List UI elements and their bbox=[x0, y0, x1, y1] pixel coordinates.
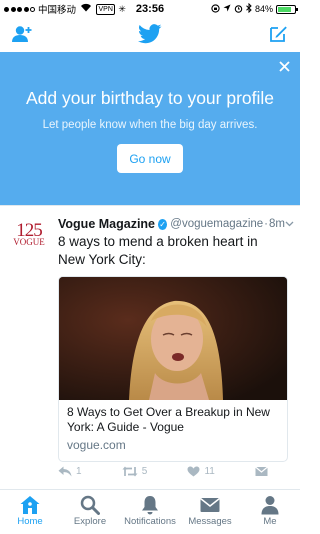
retweet-icon bbox=[122, 466, 138, 477]
tweet-menu-chevron-icon[interactable] bbox=[285, 219, 294, 229]
retweet-button[interactable]: 5 bbox=[122, 466, 148, 477]
like-count: 11 bbox=[204, 466, 215, 477]
close-icon bbox=[278, 60, 290, 72]
tab-notifications[interactable]: Notifications bbox=[120, 490, 180, 534]
tweet-header: Vogue Magazine ✓ @voguemagazine · 8m bbox=[58, 217, 294, 231]
verified-badge-icon: ✓ bbox=[158, 218, 168, 230]
bell-icon bbox=[142, 496, 158, 515]
birthday-prompt-banner: Add your birthday to your profile Let pe… bbox=[0, 52, 300, 205]
tab-messages[interactable]: Messages bbox=[180, 490, 240, 534]
link-card[interactable]: 8 Ways to Get Over a Breakup in New York… bbox=[58, 276, 288, 462]
tweet-timestamp: 8m bbox=[269, 218, 285, 230]
heart-icon bbox=[187, 466, 200, 477]
avatar[interactable]: 125 VOGUE bbox=[12, 221, 46, 255]
add-user-button[interactable] bbox=[10, 22, 34, 46]
battery-level-fill bbox=[278, 6, 292, 12]
status-bar: 中国移动 VPN ✳ 23:56 84% bbox=[0, 0, 300, 18]
close-banner-button[interactable] bbox=[276, 58, 292, 74]
card-title: 8 Ways to Get Over a Breakup in New York… bbox=[67, 405, 270, 434]
twitter-bird-logo bbox=[138, 22, 162, 46]
card-image bbox=[59, 277, 287, 400]
retweet-count: 5 bbox=[141, 466, 148, 477]
author-handle[interactable]: @voguemagazine bbox=[170, 218, 263, 230]
top-nav bbox=[0, 18, 300, 50]
battery-icon bbox=[276, 4, 298, 14]
reply-button[interactable]: 1 bbox=[58, 466, 82, 477]
reply-count: 1 bbox=[76, 466, 82, 477]
direct-message-button[interactable] bbox=[255, 466, 268, 477]
tab-notifications-label: Notifications bbox=[124, 516, 176, 527]
tab-me-label: Me bbox=[263, 516, 277, 527]
person-icon bbox=[261, 496, 279, 515]
envelope-icon bbox=[200, 497, 220, 512]
avatar-logo-word: VOGUE bbox=[13, 237, 45, 247]
twitter-bird-icon bbox=[138, 24, 162, 44]
tab-home[interactable]: Home bbox=[0, 490, 60, 534]
banner-subtitle: Let people know when the big day arrives… bbox=[42, 119, 258, 131]
compose-icon bbox=[270, 26, 287, 42]
tab-messages-label: Messages bbox=[188, 516, 232, 527]
separator-dot: · bbox=[264, 218, 269, 230]
search-icon bbox=[80, 495, 100, 515]
tweet[interactable]: 125 VOGUE Vogue Magazine ✓ @voguemagazin… bbox=[0, 205, 300, 485]
tweet-text: 8 ways to mend a broken heart in New Yor… bbox=[58, 234, 258, 267]
like-button[interactable]: 11 bbox=[187, 466, 215, 477]
banner-title: Add your birthday to your profile bbox=[25, 88, 275, 108]
go-now-button[interactable]: Go now bbox=[117, 144, 183, 173]
tab-me[interactable]: Me bbox=[240, 490, 300, 534]
bottom-tab-bar: Home Explore Notifications Messages Me bbox=[0, 489, 300, 534]
tweet-actions: 1 5 11 bbox=[58, 466, 268, 477]
add-user-icon bbox=[12, 26, 32, 42]
tab-explore[interactable]: Explore bbox=[60, 490, 120, 534]
compose-tweet-button[interactable] bbox=[266, 22, 290, 46]
tab-home-label: Home bbox=[17, 516, 43, 527]
reply-icon bbox=[58, 466, 72, 477]
envelope-icon bbox=[255, 466, 268, 476]
author-name[interactable]: Vogue Magazine bbox=[58, 217, 155, 231]
card-domain: vogue.com bbox=[67, 438, 126, 452]
clock: 23:56 bbox=[135, 3, 165, 15]
tab-explore-label: Explore bbox=[73, 516, 107, 527]
home-icon bbox=[20, 496, 40, 514]
